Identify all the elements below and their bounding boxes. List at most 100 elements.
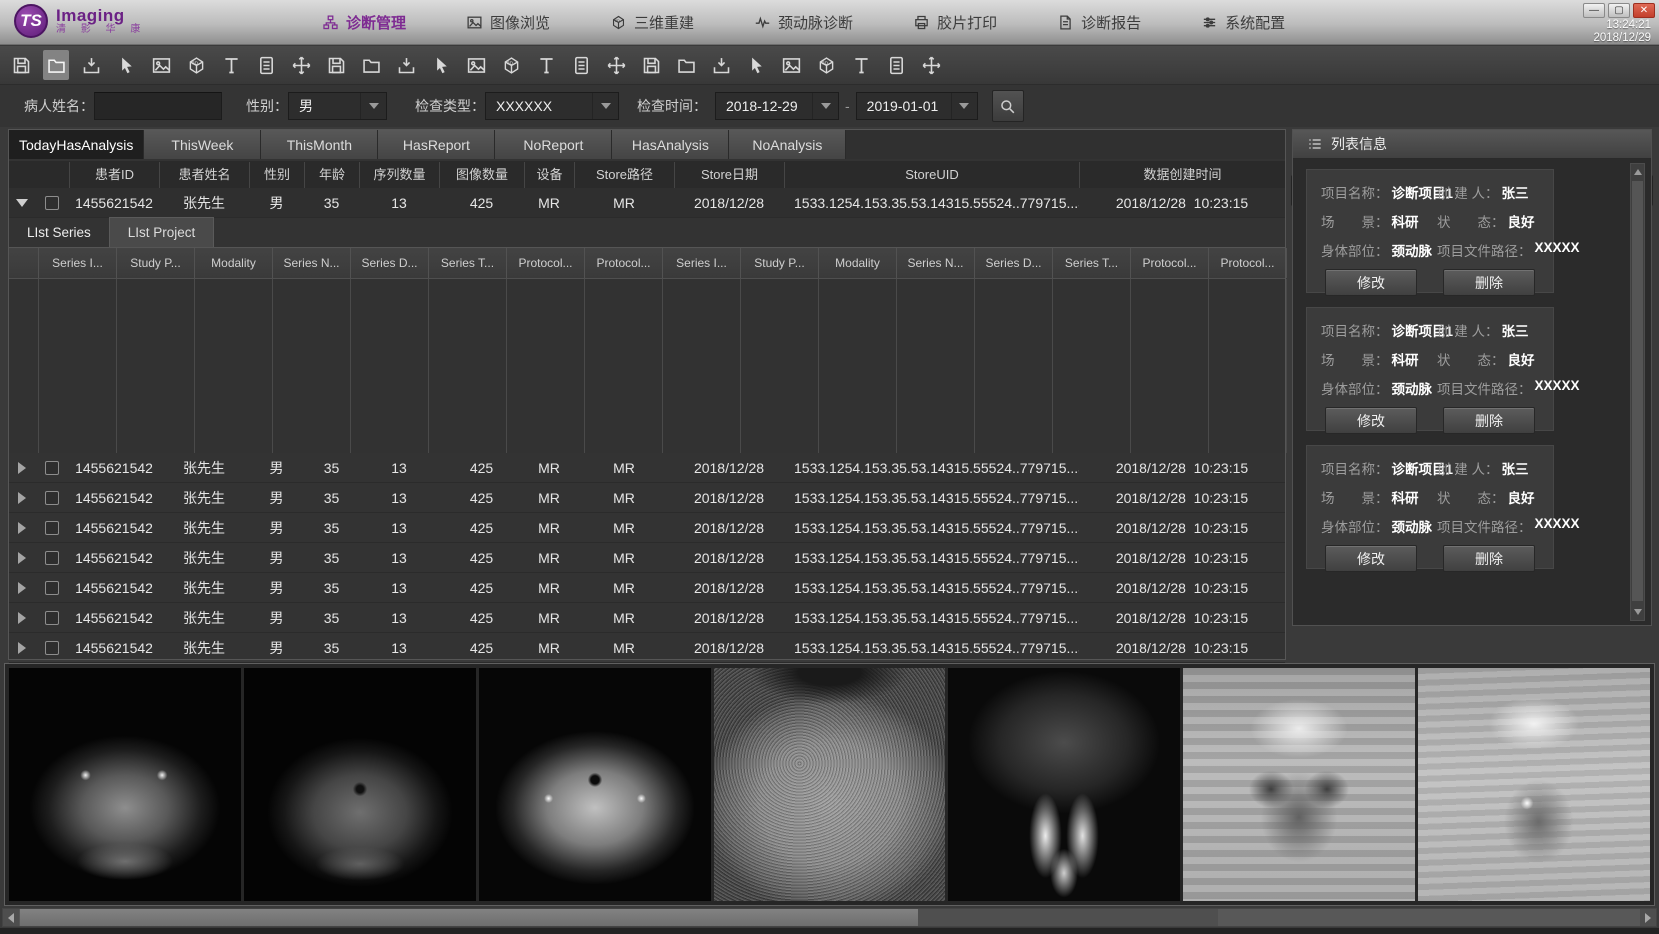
expand-caret-icon[interactable] <box>18 522 26 534</box>
series-column-header[interactable]: Series D... <box>351 248 429 278</box>
series-column-header[interactable]: Study P... <box>741 248 819 278</box>
nav-3d-reconstruction[interactable]: 三维重建 <box>610 12 694 33</box>
row-checkbox[interactable] <box>45 551 59 565</box>
row-checkbox[interactable] <box>45 196 59 210</box>
gender-select[interactable]: 男 <box>288 92 387 120</box>
delete-card-button[interactable]: 删除 <box>1443 269 1535 296</box>
patient-row[interactable]: 1455621542 张先生 男 35 13 425 MR MR 2018/12… <box>9 513 1285 543</box>
patient-row[interactable]: 1455621542 张先生 男 35 13 425 MR MR 2018/12… <box>9 543 1285 573</box>
report-button[interactable] <box>253 50 279 80</box>
modify-button[interactable]: 修改 <box>1325 545 1417 572</box>
select-cursor-button[interactable] <box>113 50 139 80</box>
mri-thumbnail-4[interactable] <box>714 668 946 901</box>
row-checkbox[interactable] <box>45 461 59 475</box>
image-button[interactable] <box>778 50 804 80</box>
row-checkbox[interactable] <box>45 521 59 535</box>
mri-thumbnail-2[interactable] <box>244 668 476 901</box>
close-button[interactable]: ✕ <box>1633 3 1655 18</box>
patient-row[interactable]: 1455621542 张先生 男 35 13 425 MR MR 2018/12… <box>9 633 1285 663</box>
select-cursor-button[interactable] <box>743 50 769 80</box>
exam-type-select[interactable]: XXXXXX <box>485 92 619 120</box>
maximize-button[interactable]: ▢ <box>1608 3 1630 18</box>
worklist-tab[interactable]: HasAnalysis <box>612 130 729 159</box>
series-column-header[interactable]: Protocol... <box>585 248 663 278</box>
modify-button[interactable]: 修改 <box>1325 269 1417 296</box>
search-button[interactable] <box>992 90 1024 122</box>
series-column-header[interactable]: Modality <box>195 248 273 278</box>
expand-caret-icon[interactable] <box>18 642 26 654</box>
expand-caret-icon[interactable] <box>18 492 26 504</box>
volume-3d-button[interactable] <box>813 50 839 80</box>
image-button[interactable] <box>148 50 174 80</box>
open-folder-button[interactable] <box>43 50 69 80</box>
series-column-header[interactable]: Series I... <box>39 248 117 278</box>
column-header[interactable]: 数据创建时间 <box>1079 162 1285 188</box>
patient-row[interactable]: 1455621542 张先生 男 35 13 425 MR MR 2018/12… <box>9 603 1285 633</box>
horizontal-scrollbar[interactable] <box>2 908 1657 927</box>
row-checkbox[interactable] <box>45 641 59 655</box>
chevron-down-icon[interactable] <box>360 93 386 119</box>
save-button[interactable] <box>638 50 664 80</box>
worklist-tab[interactable]: ThisMonth <box>261 130 378 159</box>
column-header[interactable]: 患者姓名 <box>159 162 249 188</box>
patient-row[interactable]: 1455621542 张先生 男 35 13 425 MR MR 2018/12… <box>9 483 1285 513</box>
import-button[interactable] <box>78 50 104 80</box>
patient-row[interactable]: 1455621542 张先生 男 35 13 425 MR MR 2018/12… <box>9 453 1285 483</box>
worklist-tab[interactable]: HasReport <box>378 130 495 159</box>
import-button[interactable] <box>708 50 734 80</box>
scrollbar-thumb[interactable] <box>20 909 918 926</box>
minimize-button[interactable]: — <box>1583 3 1605 18</box>
pan-move-button[interactable] <box>603 50 629 80</box>
expand-caret-icon[interactable] <box>18 552 26 564</box>
pan-move-button[interactable] <box>288 50 314 80</box>
text-annotation-button[interactable] <box>848 50 874 80</box>
series-column-header[interactable]: Series N... <box>897 248 975 278</box>
column-header[interactable]: 性别 <box>249 162 304 188</box>
nav-image-browse[interactable]: 图像浏览 <box>466 12 550 33</box>
pan-move-button[interactable] <box>918 50 944 80</box>
scroll-down-button[interactable] <box>1631 605 1644 619</box>
date-to-select[interactable]: 2019-01-01 <box>856 92 978 120</box>
save-button[interactable] <box>323 50 349 80</box>
series-column-header[interactable]: Series T... <box>1053 248 1131 278</box>
scroll-left-button[interactable] <box>3 909 19 926</box>
chevron-down-icon[interactable] <box>951 93 977 119</box>
open-folder-button[interactable] <box>358 50 384 80</box>
series-select-all-checkbox-cell[interactable] <box>9 248 39 278</box>
scroll-right-button[interactable] <box>1640 909 1656 926</box>
scrollbar-thumb[interactable] <box>1632 181 1643 601</box>
series-column-header[interactable]: Series D... <box>975 248 1053 278</box>
series-column-header[interactable]: Study P... <box>117 248 195 278</box>
panel-scrollbar[interactable] <box>1630 163 1645 621</box>
collapse-caret-icon[interactable] <box>16 199 28 207</box>
chevron-down-icon[interactable] <box>592 93 618 119</box>
expand-caret-icon[interactable] <box>18 582 26 594</box>
text-annotation-button[interactable] <box>533 50 559 80</box>
import-button[interactable] <box>393 50 419 80</box>
mri-thumbnail-5[interactable] <box>948 668 1180 901</box>
open-folder-button[interactable] <box>673 50 699 80</box>
row-checkbox[interactable] <box>45 491 59 505</box>
series-column-header[interactable]: Modality <box>819 248 897 278</box>
mri-thumbnail-7[interactable] <box>1418 668 1650 901</box>
worklist-tab[interactable]: ThisWeek <box>144 130 261 159</box>
row-checkbox[interactable] <box>45 611 59 625</box>
nav-diagnosis-management[interactable]: 诊断管理 <box>322 12 406 33</box>
column-header[interactable]: 患者ID <box>69 162 159 188</box>
series-column-header[interactable]: Protocol... <box>1131 248 1209 278</box>
column-header[interactable]: 年龄 <box>304 162 359 188</box>
worklist-tab[interactable]: NoReport <box>495 130 612 159</box>
date-from-select[interactable]: 2018-12-29 <box>715 92 839 120</box>
nav-diagnosis-report[interactable]: 诊断报告 <box>1057 12 1141 33</box>
patient-row[interactable]: 1455621542 张先生 男 35 13 425 MR MR 2018/12… <box>9 573 1285 603</box>
chevron-down-icon[interactable] <box>812 93 838 119</box>
mri-thumbnail-6[interactable] <box>1183 668 1415 901</box>
column-header[interactable]: 图像数量 <box>439 162 524 188</box>
series-subtab[interactable]: LIst Series <box>9 217 109 247</box>
volume-3d-button[interactable] <box>183 50 209 80</box>
series-column-header[interactable]: Series I... <box>663 248 741 278</box>
delete-card-button[interactable]: 删除 <box>1443 545 1535 572</box>
scroll-up-button[interactable] <box>1631 165 1644 179</box>
mri-thumbnail-1[interactable] <box>9 668 241 901</box>
column-header[interactable]: StoreUID <box>784 162 1079 188</box>
